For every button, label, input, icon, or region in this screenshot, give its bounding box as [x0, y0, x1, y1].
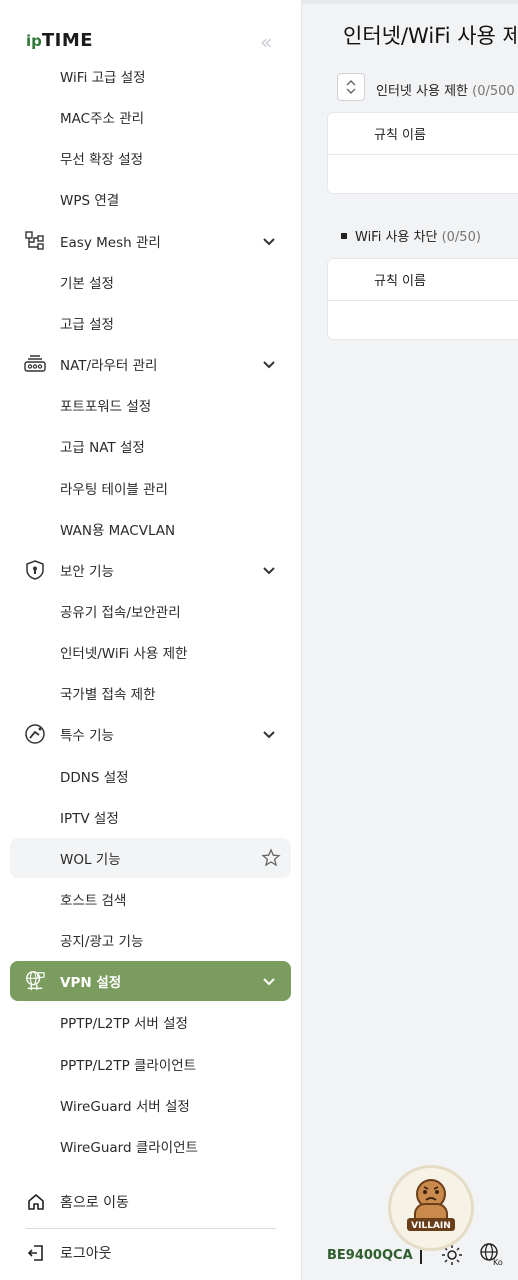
internet-limit-table: 규칙 이름 — [327, 112, 518, 194]
sidebar-item-item-2[interactable]: 무선 확장 설정 — [10, 138, 291, 178]
sidebar-item-label: WiFi 고급 설정 — [60, 70, 146, 86]
sidebar-item-label: IPTV 설정 — [60, 810, 119, 827]
sidebar-item-label: DDNS 설정 — [60, 769, 129, 786]
favorite-star-icon[interactable] — [261, 848, 281, 868]
sidebar-item-label: Easy Mesh 관리 — [60, 234, 161, 251]
sidebar-item-label: PPTP/L2TP 서버 설정 — [60, 1016, 188, 1033]
logout-link[interactable]: 로그아웃 — [26, 1243, 112, 1263]
chevron-down-icon — [263, 237, 275, 246]
sidebar-item-item-20[interactable]: 호스트 검색 — [10, 879, 291, 919]
sidebar-item-label: WireGuard 서버 설정 — [60, 1098, 190, 1115]
sidebar-item-label: NAT/라우터 관리 — [60, 358, 158, 375]
sidebar-group-item-16[interactable]: 특수 기능 — [10, 714, 291, 754]
villain-mascot-watermark: VILLAIN — [388, 1165, 474, 1251]
sidebar-item-label: VPN 설정 — [60, 975, 122, 992]
home-icon — [28, 1194, 44, 1210]
wifi-block-table: 규칙 이름 — [327, 258, 518, 340]
sidebar-item-pptp-l2tp[interactable]: PPTP/L2TP 서버 설정 — [10, 1002, 291, 1042]
sidebar-item-label: 특수 기능 — [60, 728, 114, 745]
sidebar-item-nat[interactable]: 고급 NAT 설정 — [10, 426, 291, 466]
sidebar-group-nat[interactable]: NAT/라우터 관리 — [10, 344, 291, 384]
sidebar-item-label: WireGuard 클라이언트 — [60, 1139, 198, 1156]
sidebar-group-item-12[interactable]: 보안 기능 — [10, 550, 291, 590]
sidebar-item-label: 공유기 접속/보안관리 — [60, 604, 181, 621]
sidebar-divider — [26, 1228, 276, 1229]
bullet-square-icon — [341, 232, 347, 239]
sidebar-item-label: 고급 NAT 설정 — [60, 440, 145, 457]
wifi-block-title: WiFi 사용 차단 — [355, 230, 438, 245]
svg-text:Ko: Ko — [493, 1258, 503, 1266]
model-name: BE9400QCA — [327, 1248, 413, 1263]
chevron-down-icon — [263, 978, 275, 986]
table-header-rule-name[interactable]: 규칙 이름 — [328, 259, 518, 301]
sidebar-item-label: PPTP/L2TP 클라이언트 — [60, 1057, 197, 1074]
home-link[interactable]: 홈으로 이동 — [26, 1192, 129, 1212]
sidebar-item-label: MAC주소 관리 — [60, 111, 145, 128]
sidebar-item-label: WPS 연결 — [60, 193, 120, 210]
logout-icon — [27, 1245, 43, 1261]
sidebar-item-item-10[interactable]: 라우팅 테이블 관리 — [10, 468, 291, 508]
sidebar-item-label: 호스트 검색 — [60, 893, 127, 909]
sidebar-item-label: 인터넷/WiFi 사용 제한 — [60, 646, 188, 663]
sidebar-item-iptv[interactable]: IPTV 설정 — [10, 797, 291, 837]
sidebar-item-label: 보안 기능 — [60, 563, 114, 580]
sidebar-item-label: 국가별 접속 제한 — [60, 687, 156, 704]
iptime-logo[interactable]: ipTIME — [26, 30, 93, 51]
sidebar-item-wifi[interactable]: 인터넷/WiFi 사용 제한 — [10, 632, 291, 672]
chevron-down-icon — [263, 567, 275, 575]
sidebar-group-vpn[interactable]: VPN 설정 — [10, 961, 291, 1002]
mesh-icon — [24, 230, 46, 252]
sidebar-item-wan-macvlan[interactable]: WAN용 MACVLAN — [10, 509, 291, 549]
sidebar-item-item-5[interactable]: 기본 설정 — [10, 262, 291, 302]
home-link-label: 홈으로 이동 — [60, 1195, 129, 1211]
logo-main: TIME — [41, 30, 94, 51]
sidebar-item-label: 무선 확장 설정 — [60, 152, 144, 169]
sidebar-item-wol[interactable]: WOL 기능 — [10, 837, 291, 878]
logo-prefix: ip — [26, 32, 42, 50]
chevron-down-icon — [263, 731, 275, 739]
language-globe-icon[interactable]: Ko — [479, 1242, 503, 1266]
sidebar-item-pptp-l2tp[interactable]: PPTP/L2TP 클라이언트 — [10, 1044, 291, 1084]
sidebar-item-label: WAN용 MACVLAN — [60, 522, 176, 539]
vpn-icon — [24, 970, 46, 992]
sidebar-item-wps[interactable]: WPS 연결 — [10, 179, 291, 219]
sidebar-item-label: 공지/광고 기능 — [60, 934, 144, 951]
table-header-rule-name[interactable]: 규칙 이름 — [328, 113, 518, 155]
wifi-block-section-label: WiFi 사용 차단 (0/50) — [341, 226, 481, 245]
internet-limit-section-label: 인터넷 사용 제한 (0/500 — [376, 80, 515, 99]
sidebar-item-item-6[interactable]: 고급 설정 — [10, 303, 291, 343]
sidebar-item-item-21[interactable]: 공지/광고 기능 — [10, 920, 291, 960]
internet-limit-title: 인터넷 사용 제한 — [376, 84, 468, 99]
svg-text:VILLAIN: VILLAIN — [411, 1221, 451, 1231]
sidebar: ipTIME « WiFi 고급 설정 MAC주소 관리무선 확장 설정 WPS 연… — [0, 0, 302, 1280]
main-content: 인터넷/WiFi 사용 제 인터넷 사용 제한 (0/500 규칙 이름 WiF… — [303, 0, 518, 1280]
special-icon — [24, 723, 46, 745]
logout-link-label: 로그아웃 — [60, 1246, 112, 1262]
sidebar-item-item-15[interactable]: 국가별 접속 제한 — [10, 673, 291, 713]
sidebar-item-item-13[interactable]: 공유기 접속/보안관리 — [10, 591, 291, 631]
collapse-sidebar-icon[interactable]: « — [260, 30, 272, 54]
wifi-block-count: (0/50) — [441, 230, 481, 245]
sidebar-group-easy-mesh[interactable]: Easy Mesh 관리 — [10, 221, 291, 261]
sidebar-item-ddns[interactable]: DDNS 설정 — [10, 756, 291, 796]
sidebar-item-label: WOL 기능 — [60, 851, 121, 868]
sidebar-item-label: 라우팅 테이블 관리 — [60, 481, 168, 498]
sidebar-item-label: 고급 설정 — [60, 316, 114, 333]
chevron-down-icon — [263, 361, 275, 369]
page-title: 인터넷/WiFi 사용 제 — [343, 24, 518, 48]
reorder-button[interactable] — [337, 73, 365, 101]
sidebar-item-wireguard[interactable]: WireGuard 서버 설정 — [10, 1085, 291, 1125]
internet-limit-count: (0/500 — [472, 84, 515, 99]
sidebar-item-item-8[interactable]: 포트포워드 설정 — [10, 385, 291, 425]
shield-icon — [24, 559, 46, 581]
sidebar-item-label: 포트포워드 설정 — [60, 399, 152, 416]
gingerbread-icon: VILLAIN — [407, 1179, 455, 1231]
sidebar-item-mac[interactable]: MAC주소 관리 — [10, 97, 291, 137]
footer-separator — [420, 1250, 422, 1264]
sidebar-item-wireguard[interactable]: WireGuard 클라이언트 — [10, 1126, 291, 1166]
sidebar-item-label: 기본 설정 — [60, 275, 114, 292]
router-icon — [24, 353, 46, 375]
sort-arrows-icon — [346, 80, 356, 94]
sidebar-item-wifi[interactable]: WiFi 고급 설정 — [10, 56, 291, 96]
